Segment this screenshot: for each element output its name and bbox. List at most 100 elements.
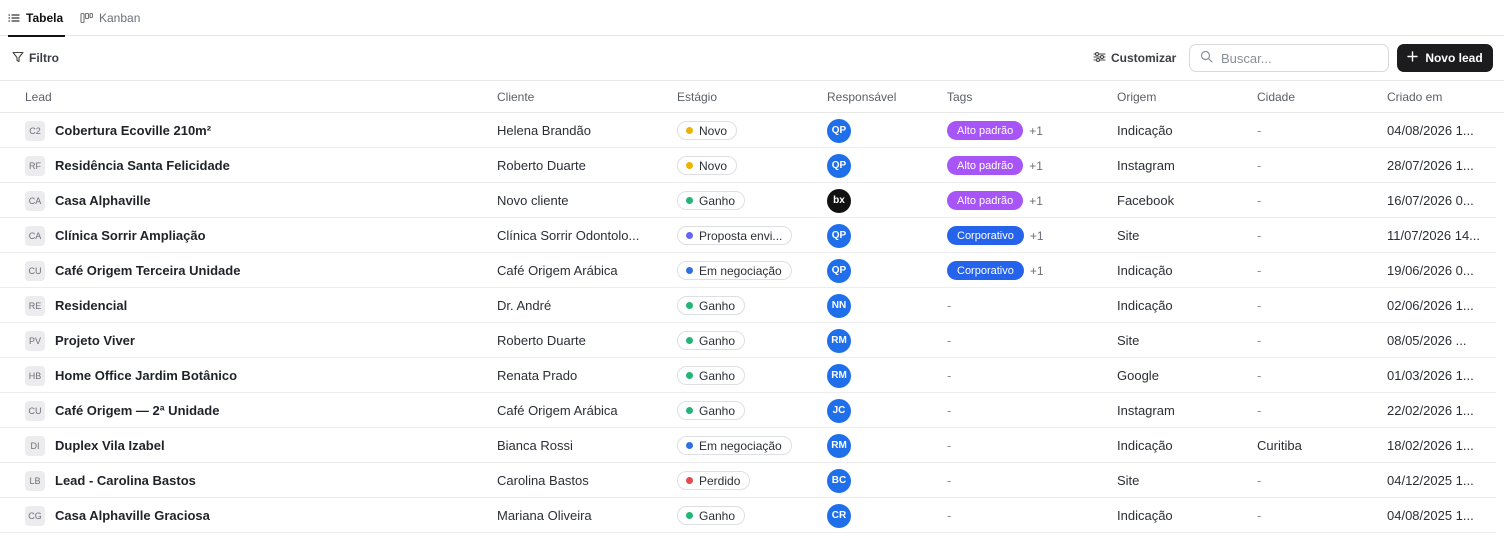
table-row[interactable]: RF Residência Santa Felicidade Roberto Dua… bbox=[0, 148, 1496, 183]
lead-name[interactable]: Café Origem Terceira Unidade bbox=[55, 263, 240, 278]
avatar[interactable]: RM bbox=[827, 433, 851, 458]
stage-badge[interactable]: Ganho bbox=[677, 331, 746, 350]
lead-cell[interactable]: CU Café Origem — 2ª Unidade bbox=[25, 393, 465, 428]
origin-cell: Indicação bbox=[1117, 288, 1247, 323]
stage-badge[interactable]: Ganho bbox=[677, 191, 746, 210]
column-header-tags[interactable]: Tags bbox=[947, 81, 972, 113]
lead-name[interactable]: Clínica Sorrir Ampliação bbox=[55, 228, 206, 243]
client-cell: Bianca Rossi bbox=[497, 428, 667, 463]
stage-badge[interactable]: Ganho bbox=[677, 506, 746, 525]
table-row[interactable]: HB Home Office Jardim Botânico Renata Prad… bbox=[0, 358, 1496, 393]
lead-name[interactable]: Casa Alphaville bbox=[55, 193, 151, 208]
stage-badge[interactable]: Novo bbox=[677, 156, 738, 175]
column-header-lead[interactable]: Lead bbox=[25, 81, 52, 113]
lead-name[interactable]: Casa Alphaville Graciosa bbox=[55, 508, 210, 523]
stage-badge[interactable]: Ganho bbox=[677, 401, 746, 420]
table-row[interactable]: CA Clínica Sorrir Ampliação Clínica Sorrir… bbox=[0, 218, 1496, 253]
origin-value: Instagram bbox=[1117, 403, 1175, 418]
column-header-owner[interactable]: Responsável bbox=[827, 81, 896, 113]
created-value: 02/06/2026 1... bbox=[1387, 298, 1474, 313]
avatar[interactable]: NN bbox=[827, 293, 851, 318]
table-header: Lead Cliente Estágio Responsável Tags Or… bbox=[0, 81, 1504, 113]
table-row[interactable]: CA Casa Alphaville Novo cliente Ganho bx Alto… bbox=[0, 183, 1496, 218]
table-row[interactable]: CU Café Origem Terceira Unidade Café Orige… bbox=[0, 253, 1496, 288]
more-tags-count[interactable]: +1 bbox=[1029, 159, 1043, 173]
table-row[interactable]: DI Duplex Vila Izabel Bianca Rossi Em negoc… bbox=[0, 428, 1496, 463]
table-row[interactable]: LB Lead - Carolina Bastos Carolina Bastos P… bbox=[0, 463, 1496, 498]
origin-value: Indicação bbox=[1117, 263, 1173, 278]
stage-badge[interactable]: Em negociação bbox=[677, 261, 792, 280]
column-header-origin[interactable]: Origem bbox=[1117, 81, 1156, 113]
table-row[interactable]: CG Casa Alphaville Graciosa Mariana Olivei… bbox=[0, 498, 1496, 533]
more-tags-count[interactable]: +1 bbox=[1029, 194, 1043, 208]
lead-cell[interactable]: CA Casa Alphaville bbox=[25, 183, 465, 218]
stage-badge[interactable]: Novo bbox=[677, 121, 738, 140]
lead-name[interactable]: Cobertura Ecoville 210m² bbox=[55, 123, 211, 138]
table-row[interactable]: PV Projeto Viver Roberto Duarte Ganho RM - Sit… bbox=[0, 323, 1496, 358]
stage-dot-icon bbox=[686, 302, 693, 309]
avatar[interactable]: QP bbox=[827, 118, 851, 143]
tag-badge[interactable]: Corporativo bbox=[947, 261, 1024, 280]
tag-badge[interactable]: Alto padrão bbox=[947, 191, 1024, 210]
lead-name[interactable]: Home Office Jardim Botânico bbox=[55, 368, 237, 383]
city-value: - bbox=[1257, 158, 1262, 173]
lead-cell[interactable]: DI Duplex Vila Izabel bbox=[25, 428, 465, 463]
city-cell: - bbox=[1257, 218, 1377, 253]
lead-name[interactable]: Lead - Carolina Bastos bbox=[55, 473, 196, 488]
lead-cell[interactable]: LB Lead - Carolina Bastos bbox=[25, 463, 465, 498]
stage-badge[interactable]: Em negociação bbox=[677, 436, 792, 455]
stage-badge[interactable]: Ganho bbox=[677, 296, 746, 315]
customize-button[interactable]: Customizar bbox=[1093, 48, 1176, 68]
avatar[interactable]: CR bbox=[827, 503, 851, 528]
client-cell: Roberto Duarte bbox=[497, 148, 667, 183]
tab-tabela[interactable]: Tabela bbox=[8, 0, 66, 37]
stage-badge[interactable]: Proposta envi... bbox=[677, 226, 793, 245]
avatar[interactable]: RM bbox=[827, 328, 851, 353]
search-box[interactable] bbox=[1189, 44, 1389, 72]
lead-cell[interactable]: CA Clínica Sorrir Ampliação bbox=[25, 218, 465, 253]
avatar[interactable]: QP bbox=[827, 258, 851, 283]
client-cell: Helena Brandão bbox=[497, 113, 667, 148]
lead-cell[interactable]: RF Residência Santa Felicidade bbox=[25, 148, 465, 183]
stage-badge[interactable]: Perdido bbox=[677, 471, 751, 490]
lead-name[interactable]: Café Origem — 2ª Unidade bbox=[55, 403, 219, 418]
lead-cell[interactable]: RE Residencial bbox=[25, 288, 465, 323]
lead-name[interactable]: Projeto Viver bbox=[55, 333, 135, 348]
tag-badge[interactable]: Alto padrão bbox=[947, 121, 1024, 140]
stage-cell: Ganho bbox=[677, 393, 817, 428]
filter-button[interactable]: Filtro bbox=[12, 48, 59, 68]
new-lead-button[interactable]: Novo lead bbox=[1397, 44, 1493, 72]
tab-kanban[interactable]: Kanban bbox=[80, 0, 140, 36]
tag-badge[interactable]: Alto padrão bbox=[947, 156, 1024, 175]
column-header-stage[interactable]: Estágio bbox=[677, 81, 717, 113]
more-tags-count[interactable]: +1 bbox=[1029, 124, 1043, 138]
avatar[interactable]: QP bbox=[827, 223, 851, 248]
lead-cell[interactable]: HB Home Office Jardim Botânico bbox=[25, 358, 465, 393]
avatar[interactable]: JC bbox=[827, 398, 851, 423]
avatar[interactable]: RM bbox=[827, 363, 851, 388]
avatar[interactable]: QP bbox=[827, 153, 851, 178]
lead-name[interactable]: Duplex Vila Izabel bbox=[55, 438, 165, 453]
column-header-city[interactable]: Cidade bbox=[1257, 81, 1295, 113]
origin-cell: Instagram bbox=[1117, 393, 1247, 428]
lead-cell[interactable]: PV Projeto Viver bbox=[25, 323, 465, 358]
more-tags-count[interactable]: +1 bbox=[1030, 229, 1044, 243]
lead-name[interactable]: Residência Santa Felicidade bbox=[55, 158, 230, 173]
table-row[interactable]: C2 Cobertura Ecoville 210m² Helena Brandão… bbox=[0, 113, 1496, 148]
more-tags-count[interactable]: +1 bbox=[1030, 264, 1044, 278]
lead-cell[interactable]: C2 Cobertura Ecoville 210m² bbox=[25, 113, 465, 148]
table-row[interactable]: RE Residencial Dr. André Ganho NN - Indicação -… bbox=[0, 288, 1496, 323]
tag-badge[interactable]: Corporativo bbox=[947, 226, 1024, 245]
column-header-client[interactable]: Cliente bbox=[497, 81, 534, 113]
avatar[interactable]: bx bbox=[827, 188, 851, 213]
stage-badge[interactable]: Ganho bbox=[677, 366, 746, 385]
column-header-created[interactable]: Criado em bbox=[1387, 81, 1442, 113]
avatar[interactable]: BC bbox=[827, 468, 851, 493]
search-input[interactable] bbox=[1221, 50, 1371, 66]
table-row[interactable]: CU Café Origem — 2ª Unidade Café Origem Ar… bbox=[0, 393, 1496, 428]
lead-name[interactable]: Residencial bbox=[55, 298, 127, 313]
stage-label: Novo bbox=[699, 158, 728, 173]
origin-value: Indicação bbox=[1117, 123, 1173, 138]
lead-cell[interactable]: CU Café Origem Terceira Unidade bbox=[25, 253, 465, 288]
lead-cell[interactable]: CG Casa Alphaville Graciosa bbox=[25, 498, 465, 533]
